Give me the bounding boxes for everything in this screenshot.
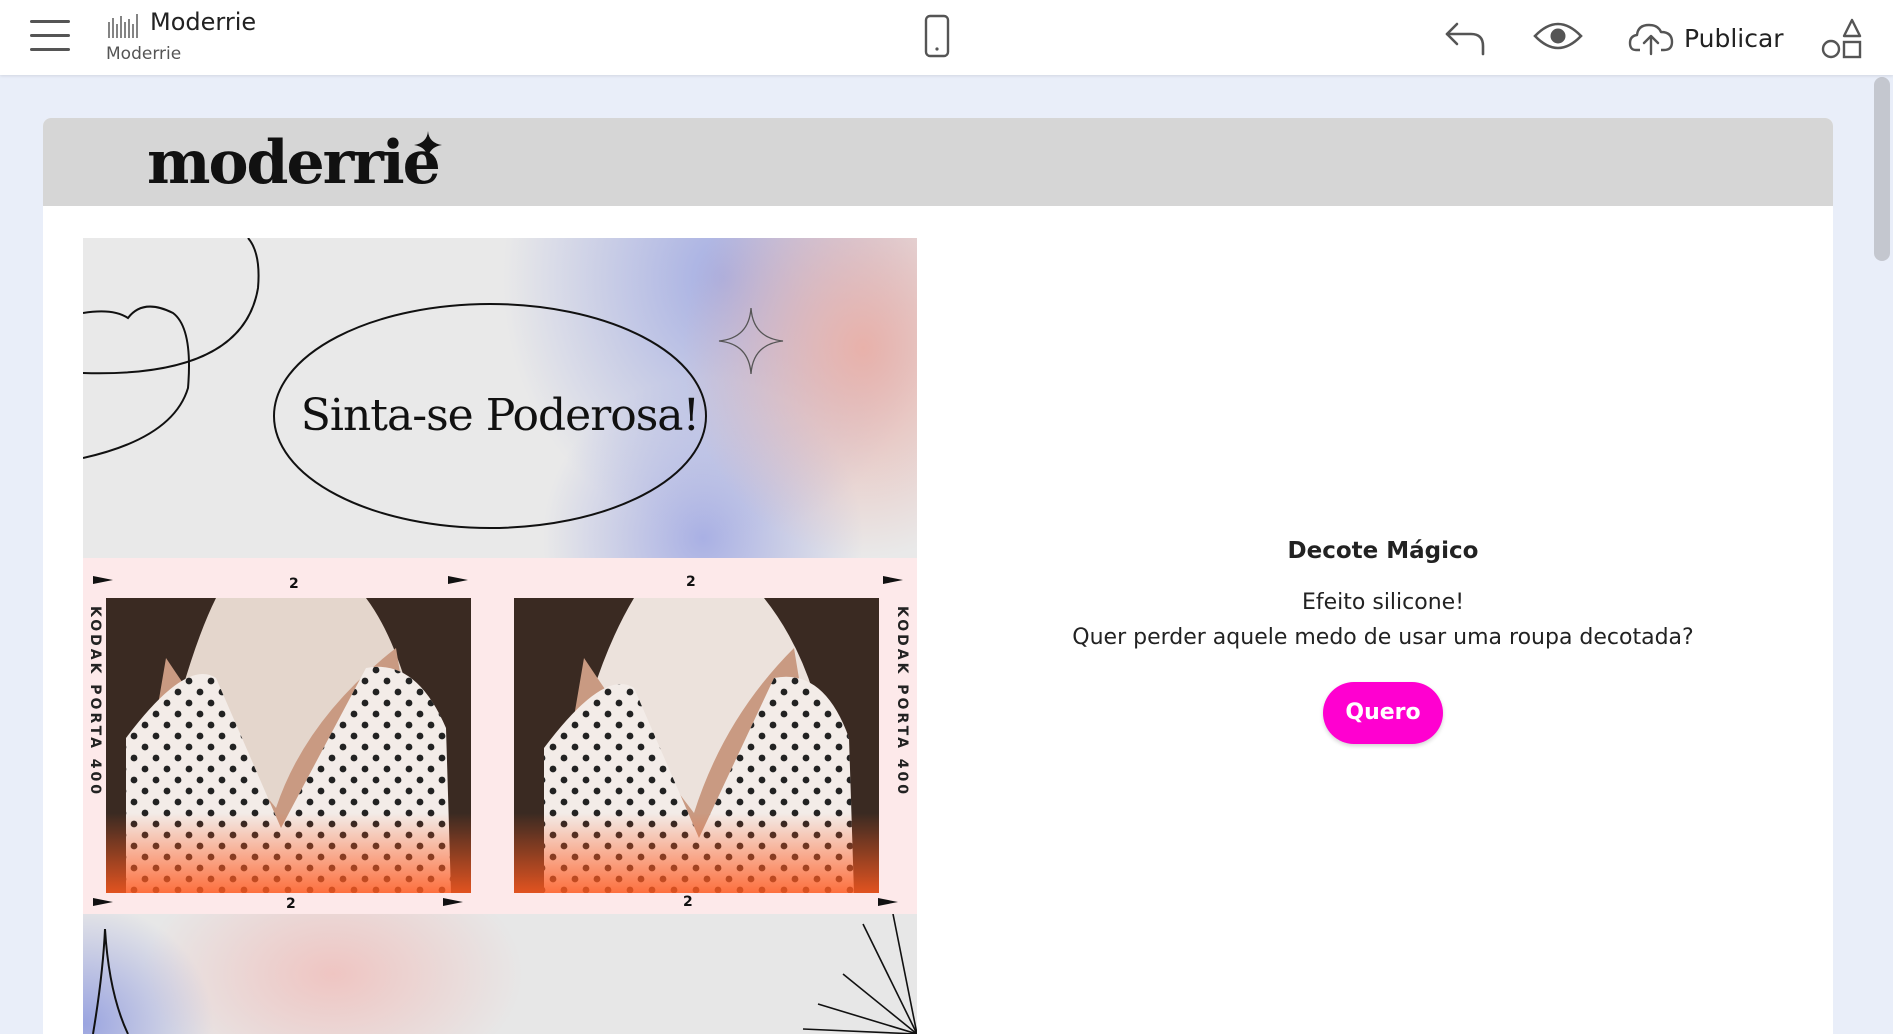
hamburger-menu-icon[interactable]	[30, 20, 70, 54]
product-description: Efeito silicone!	[1301, 590, 1465, 615]
product-photo	[106, 598, 471, 893]
hero-image[interactable]: Sinta-se Poderosa! 2 2 2 2 KODAK PORTA 4…	[83, 238, 917, 1034]
film-frame-number: 2	[683, 894, 693, 910]
hero-title: Sinta-se Poderosa!	[300, 390, 700, 441]
film-side-label: KODAK PORTA 400	[894, 606, 910, 798]
film-side-label: KODAK PORTA 400	[87, 606, 103, 798]
film-strip: 2 2 2 2 KODAK PORTA 400 KODAK PORTA 400	[83, 558, 917, 914]
film-frame-number: 2	[686, 574, 696, 590]
product-description: Quer perder aquele medo de usar uma roup…	[1072, 625, 1694, 650]
cloud-upload-icon	[1628, 23, 1674, 56]
vertical-scrollbar[interactable]	[1871, 75, 1893, 1034]
site-subtitle: Moderrie	[106, 44, 182, 64]
eye-icon[interactable]	[1532, 18, 1584, 54]
publish-button[interactable]: Publicar	[1628, 16, 1784, 60]
product-info: Decote Mágico Efeito silicone! Quer perd…	[943, 538, 1823, 744]
sparkle-icon	[414, 131, 442, 159]
film-frame-number: 2	[286, 896, 296, 912]
site-title: Moderrie	[150, 8, 257, 36]
editor-toolbar: Moderrie Moderrie Publicar	[0, 0, 1893, 75]
film-frame-number: 2	[289, 576, 299, 592]
site-header[interactable]: moderrie	[43, 118, 1833, 206]
brand-logo-icon	[108, 14, 138, 38]
site-logo[interactable]: moderrie	[147, 128, 441, 198]
mobile-phone-icon[interactable]	[920, 14, 954, 58]
hero-footer-band	[83, 914, 917, 1034]
decorative-lines	[92, 914, 917, 1034]
page-canvas: moderrie Sinta-se Poderosa! 2 2 2 2 KODA…	[43, 118, 1833, 1034]
publish-label: Publicar	[1684, 23, 1784, 53]
undo-arrow-icon[interactable]	[1443, 16, 1489, 58]
shapes-icon[interactable]	[1820, 16, 1864, 60]
scrollbar-thumb[interactable]	[1874, 77, 1890, 261]
product-photo	[514, 598, 879, 893]
buy-button[interactable]: Quero	[1323, 682, 1443, 744]
product-name: Decote Mágico	[1287, 538, 1479, 564]
hero-banner: Sinta-se Poderosa!	[83, 238, 917, 558]
